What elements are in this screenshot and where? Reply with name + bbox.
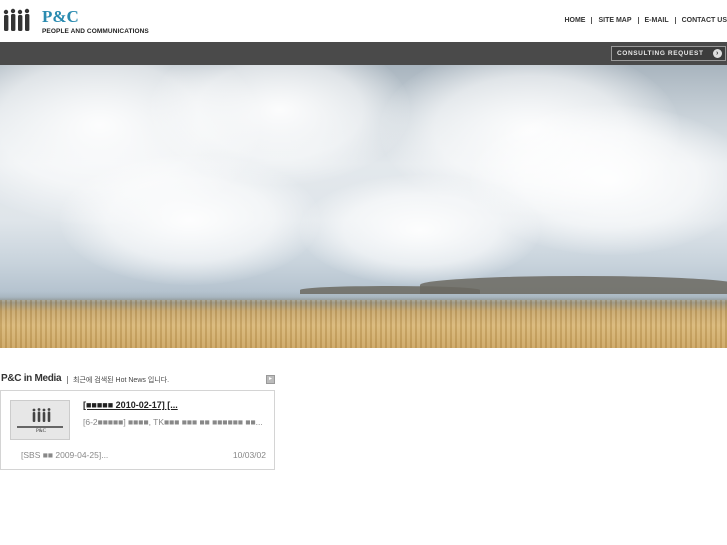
more-arrow-icon[interactable]: ▸: [266, 375, 275, 384]
thumbnail-logo-text: P&C: [36, 429, 47, 434]
nav-email-link[interactable]: E-MAIL: [645, 17, 669, 24]
people-figures-icon: [32, 408, 51, 422]
news-secondary-link[interactable]: [SBS ■■ 2009-04-25]...: [21, 450, 108, 460]
news-thumbnail[interactable]: P&C: [10, 400, 70, 440]
nav-separator: [591, 17, 593, 24]
media-section-header: P&C in Media 최근에 검색된 Hot News 입니다. ▸: [0, 373, 278, 387]
consulting-request-button[interactable]: CONSULTING REQUEST ›: [611, 46, 726, 61]
nav-sitemap-link[interactable]: SITE MAP: [598, 17, 631, 24]
logo-subtitle: PEOPLE AND COMMUNICATIONS: [42, 28, 149, 35]
nav-contact-link[interactable]: CONTACT US: [682, 17, 727, 24]
news-box: P&C [■■■■■ 2010-02-17] [... [6-2■■■■■] ■…: [0, 390, 275, 470]
news-date: 10/03/02: [232, 450, 266, 460]
news-description: [6-2■■■■■] ■■■■, TK■■■ ■■■ ■■ ■■■■■■ ■■.…: [83, 417, 263, 427]
nav-separator: [674, 17, 676, 24]
thumbnail-divider: [17, 426, 63, 428]
logo-wordmark: P&C: [42, 7, 79, 26]
hero-landscape-image: [0, 65, 727, 348]
consulting-request-label: CONSULTING REQUEST: [617, 50, 704, 57]
news-title-link[interactable]: [■■■■■ 2010-02-17] [...: [83, 400, 178, 410]
people-figures-icon: [3, 8, 30, 31]
header: P&C PEOPLE AND COMMUNICATIONS HOME SITE …: [0, 0, 727, 42]
media-subtitle: 최근에 검색된 Hot News 입니다.: [73, 377, 170, 384]
divider: [67, 376, 68, 384]
nav-separator: [637, 17, 639, 24]
media-title: P&C in Media: [1, 373, 62, 384]
top-navigation: HOME SITE MAP E-MAIL CONTACT US: [564, 17, 727, 24]
nav-home-link[interactable]: HOME: [564, 17, 585, 24]
arrow-right-icon: ›: [713, 49, 722, 58]
logo[interactable]: P&C PEOPLE AND COMMUNICATIONS: [2, 6, 149, 36]
